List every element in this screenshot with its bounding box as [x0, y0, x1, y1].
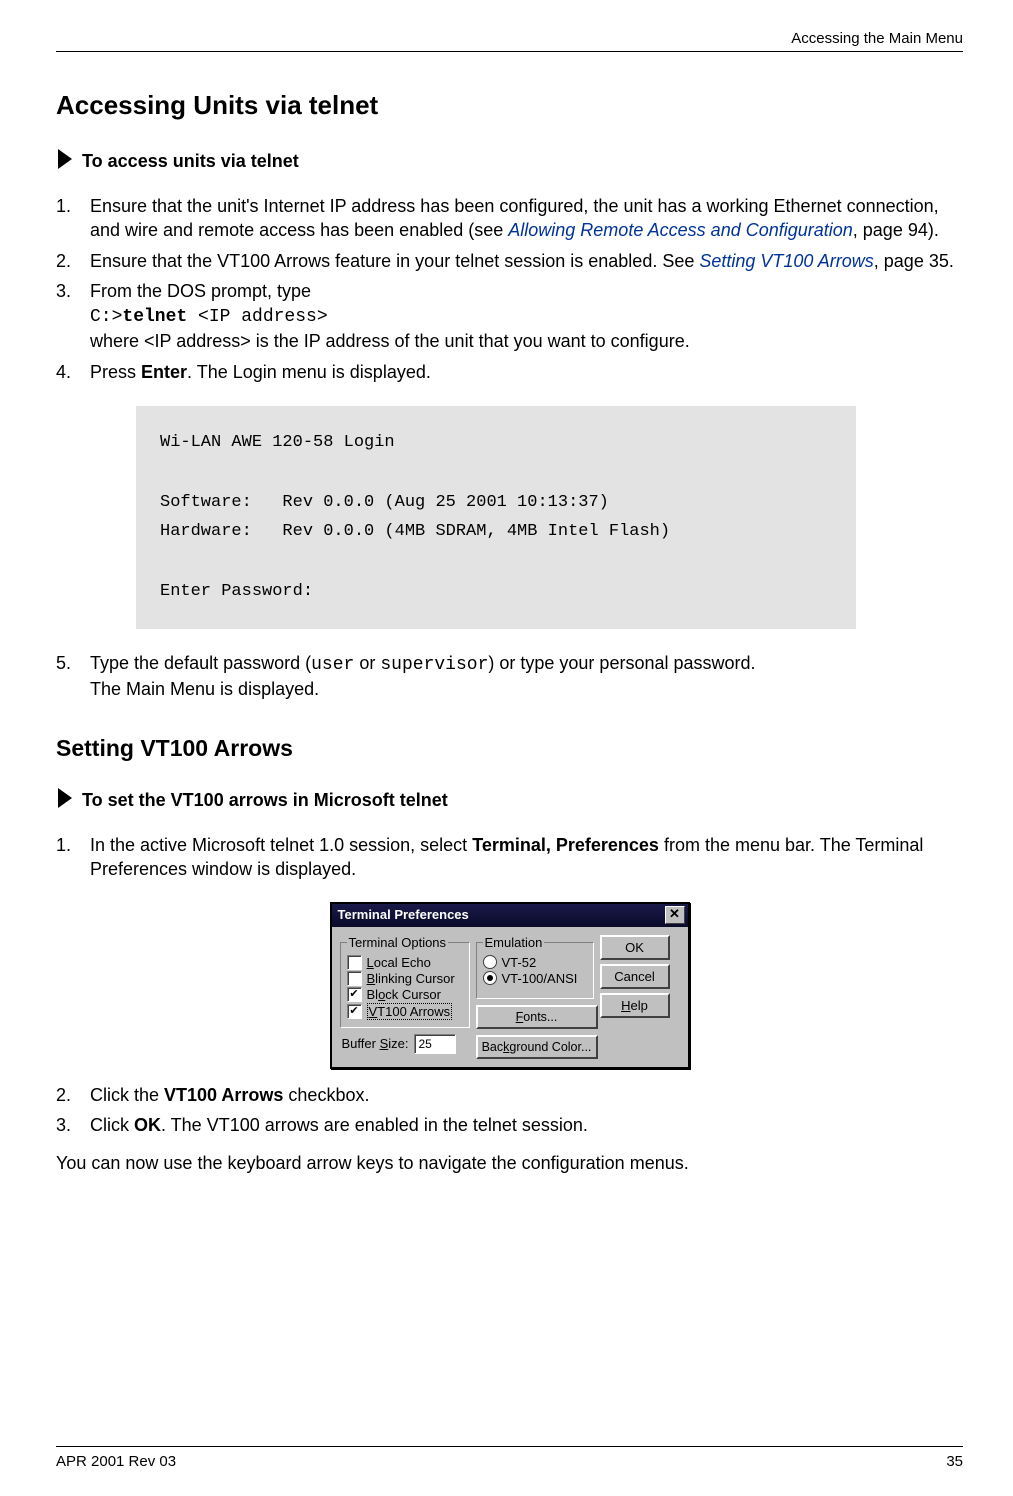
checkbox-local-echo[interactable]: Local Echo [347, 955, 463, 970]
arrow-icon [56, 149, 74, 174]
closing-text: You can now use the keyboard arrow keys … [56, 1151, 963, 1175]
section-title-vt100: Setting VT100 Arrows [56, 735, 963, 762]
buffer-size-row: Buffer Size: 25 [340, 1034, 470, 1054]
step-5: Type the default password (user or super… [56, 651, 963, 702]
radio-vt100ansi[interactable]: VT-100/ANSI [483, 971, 587, 986]
checkbox-icon[interactable] [347, 971, 362, 986]
step-3-vt: Click OK. The VT100 arrows are enabled i… [56, 1113, 963, 1137]
page-footer: APR 2001 Rev 03 35 [56, 1446, 963, 1470]
checkbox-icon[interactable] [347, 955, 362, 970]
link-remote-access[interactable]: Allowing Remote Access and Configuration [508, 220, 853, 240]
login-screen-output: Wi-LAN AWE 120-58 Login Software: Rev 0.… [136, 406, 856, 629]
radio-icon[interactable] [483, 971, 497, 985]
steps-vt100-cont: Click the VT100 Arrows checkbox. Click O… [56, 1083, 963, 1138]
checkbox-blinking-cursor[interactable]: Blinking Cursor [347, 971, 463, 986]
page-number: 35 [946, 1453, 963, 1470]
radio-vt52[interactable]: VT-52 [483, 955, 587, 970]
checkbox-icon[interactable]: ✔ [347, 987, 362, 1002]
steps-vt100: In the active Microsoft telnet 1.0 sessi… [56, 833, 963, 882]
group-emulation: Emulation VT-52 VT-100/ANSI [476, 935, 594, 999]
arrow-icon [56, 788, 74, 813]
terminal-preferences-dialog: Terminal Preferences ✕ Terminal Options … [330, 902, 690, 1069]
step-3: From the DOS prompt, type C:>telnet <IP … [56, 279, 963, 354]
step-2-vt: Click the VT100 Arrows checkbox. [56, 1083, 963, 1107]
section-title-telnet: Accessing Units via telnet [56, 90, 963, 121]
dialog-titlebar[interactable]: Terminal Preferences ✕ [332, 904, 688, 927]
group-terminal-options: Terminal Options Local Echo Blinking Cur… [340, 935, 470, 1028]
step-4: Press Enter. The Login menu is displayed… [56, 360, 963, 384]
footer-left: APR 2001 Rev 03 [56, 1453, 176, 1470]
step-1: Ensure that the unit's Internet IP addre… [56, 194, 963, 243]
procedure-heading-vt100: To set the VT100 arrows in Microsoft tel… [56, 788, 963, 813]
procedure-label: To set the VT100 arrows in Microsoft tel… [82, 790, 448, 811]
help-button[interactable]: Help [600, 993, 670, 1018]
buffer-size-input[interactable]: 25 [414, 1034, 456, 1054]
link-vt100[interactable]: Setting VT100 Arrows [699, 251, 873, 271]
radio-icon[interactable] [483, 955, 497, 969]
checkbox-icon[interactable]: ✔ [347, 1004, 362, 1019]
running-header: Accessing the Main Menu [56, 30, 963, 52]
dialog-title: Terminal Preferences [338, 907, 469, 922]
step-1-vt: In the active Microsoft telnet 1.0 sessi… [56, 833, 963, 882]
checkbox-vt100-arrows[interactable]: ✔ VT100 Arrows [347, 1003, 463, 1020]
close-icon[interactable]: ✕ [665, 906, 685, 924]
cancel-button[interactable]: Cancel [600, 964, 670, 989]
fonts-button[interactable]: Fonts... [476, 1005, 598, 1029]
background-color-button[interactable]: Background Color... [476, 1035, 598, 1059]
step-2: Ensure that the VT100 Arrows feature in … [56, 249, 963, 273]
procedure-label: To access units via telnet [82, 151, 299, 172]
checkbox-block-cursor[interactable]: ✔ Block Cursor [347, 987, 463, 1002]
procedure-heading-telnet: To access units via telnet [56, 149, 963, 174]
steps-telnet: Ensure that the unit's Internet IP addre… [56, 194, 963, 384]
ok-button[interactable]: OK [600, 935, 670, 960]
steps-telnet-cont: Type the default password (user or super… [56, 651, 963, 702]
